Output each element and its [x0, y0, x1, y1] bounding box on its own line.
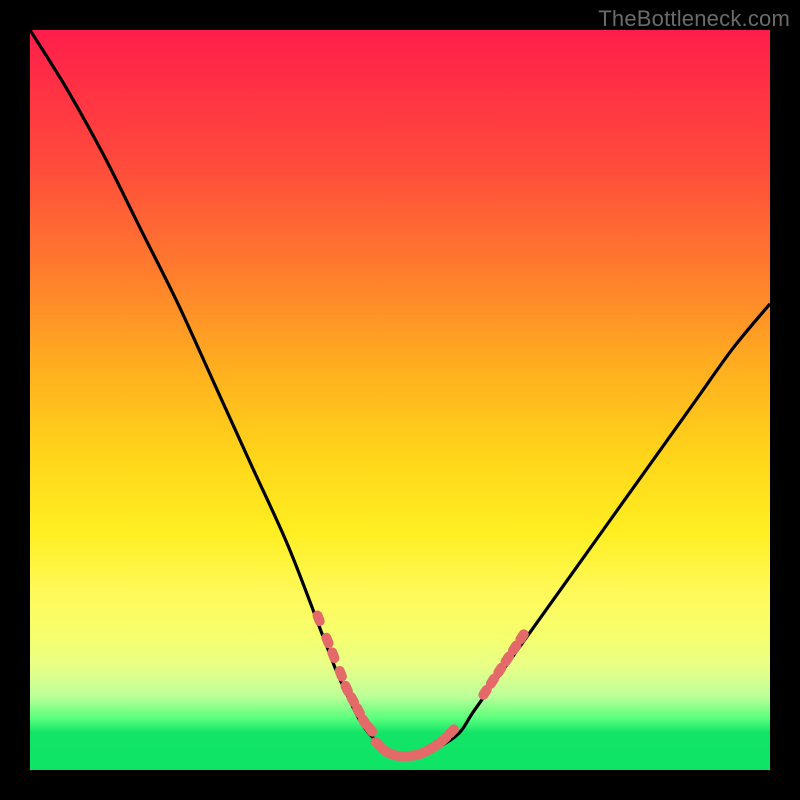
plot-area	[30, 30, 770, 770]
marker-layer	[311, 609, 531, 762]
chart-overlay	[30, 30, 770, 770]
bottleneck-curve	[30, 30, 770, 756]
watermark-text: TheBottleneck.com	[598, 6, 790, 32]
chart-stage: TheBottleneck.com	[0, 0, 800, 800]
